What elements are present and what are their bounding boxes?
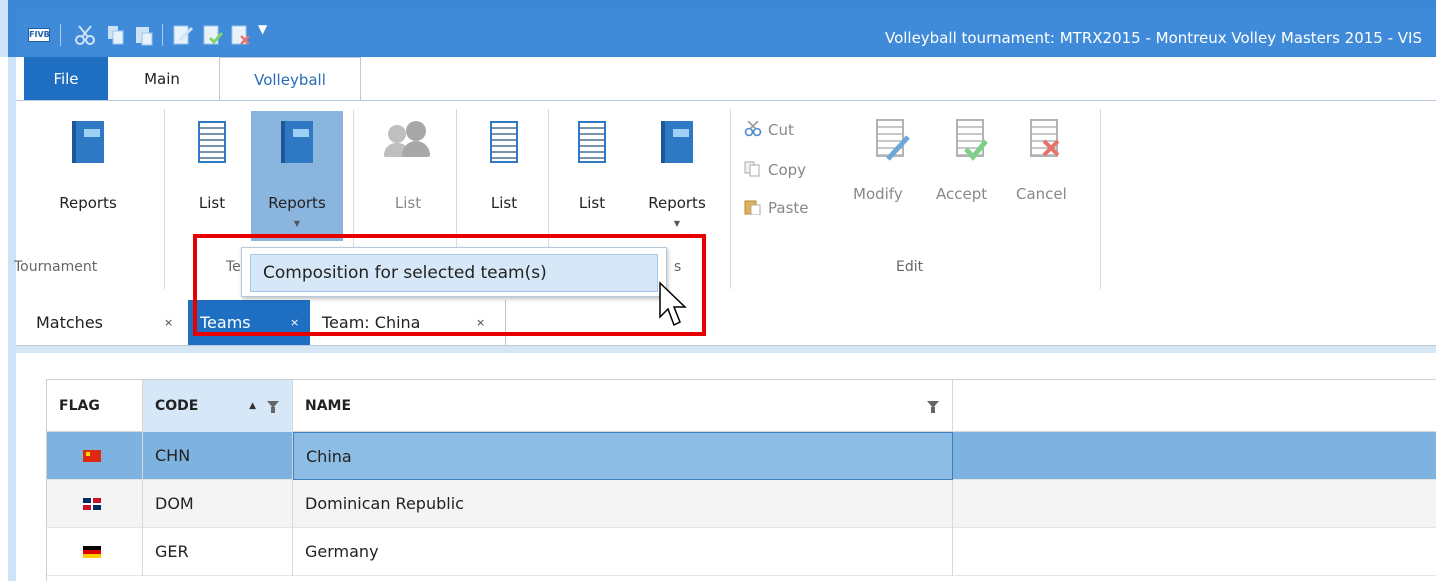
filter-icon[interactable] (927, 401, 939, 413)
teams-reports-button[interactable]: Reports ▼ (251, 111, 343, 241)
dominican-republic-flag-icon (83, 498, 101, 510)
paste-icon (744, 200, 761, 215)
content-header-strip (16, 345, 1436, 353)
column-header-name[interactable]: NAME (293, 380, 953, 432)
tab-file[interactable]: File (24, 57, 108, 101)
cancel-doc-icon (1022, 119, 1062, 169)
button-label: List (198, 194, 226, 212)
delete-doc-icon[interactable] (230, 24, 252, 46)
column-header-flag[interactable]: FLAG (47, 380, 143, 432)
copy-icon[interactable] (106, 24, 126, 46)
report-book-icon (281, 121, 313, 163)
paste-icon[interactable] (134, 24, 154, 46)
title-bar-inner: FIVB ▼ Volleyball tournament: MTRX2015 -… (16, 8, 1436, 56)
button-label: List (490, 194, 518, 212)
name-cell[interactable]: Dominican Republic (293, 480, 953, 528)
accept-doc-icon[interactable] (202, 24, 224, 46)
group5-reports-button[interactable]: Reports ▼ (630, 111, 724, 231)
code-cell: GER (143, 528, 293, 576)
group5-list-button[interactable]: List (556, 111, 628, 231)
teams-grid: FLAG CODE ▲ NAME CHN China DOM Dominican… (46, 379, 1436, 581)
copy-button[interactable]: Copy (744, 161, 806, 179)
table-row[interactable]: CHN China (47, 432, 1436, 480)
button-label: Reports (648, 194, 706, 212)
tab-main[interactable]: Main (122, 57, 202, 101)
cut-icon[interactable] (74, 24, 96, 46)
edit-doc-icon[interactable] (172, 24, 194, 46)
sort-ascending-icon: ▲ (249, 401, 256, 411)
qa-separator (60, 24, 61, 46)
group-separator (164, 109, 165, 289)
filter-icon[interactable] (267, 401, 279, 413)
copy-label: Copy (768, 161, 807, 179)
report-book-icon (72, 121, 104, 163)
code-cell: CHN (143, 432, 293, 480)
tab-label: Matches (36, 313, 103, 332)
column-label: NAME (305, 398, 352, 414)
paste-label: Paste (768, 199, 809, 217)
window-title: Volleyball tournament: MTRX2015 - Montre… (884, 29, 1422, 47)
highlight-annotation (193, 234, 706, 336)
flag-cell (47, 480, 143, 528)
table-row[interactable]: DOM Dominican Republic (47, 480, 1436, 528)
customize-arrow-icon[interactable]: ▼ (258, 22, 267, 40)
report-book-icon (661, 121, 693, 163)
name-cell[interactable]: Germany (293, 528, 953, 576)
copy-icon (744, 161, 760, 177)
accept-button[interactable]: Accept (936, 185, 987, 203)
app-icon[interactable]: FIVB (28, 28, 50, 42)
accept-doc-icon (948, 119, 988, 169)
qa-separator (162, 24, 163, 46)
cut-label: Cut (768, 121, 794, 139)
flag-cell (47, 432, 143, 480)
teams-list-button[interactable]: List (176, 111, 248, 231)
grid-header: FLAG CODE ▲ NAME (47, 380, 1436, 432)
column-label: CODE (155, 398, 199, 414)
germany-flag-icon (83, 546, 101, 558)
name-cell[interactable]: China (293, 432, 953, 480)
group-label-edit: Edit (896, 259, 924, 275)
ribbon-tab-bar: File Main Volleyball (8, 57, 1436, 102)
china-flag-icon (83, 450, 101, 462)
players-list-button[interactable]: List (370, 111, 446, 231)
list-icon (198, 121, 226, 163)
button-label: Reports (59, 194, 117, 212)
code-cell: DOM (143, 480, 293, 528)
group-separator (1100, 109, 1101, 289)
title-bar: FIVB ▼ Volleyball tournament: MTRX2015 -… (0, 0, 1436, 57)
close-icon[interactable]: × (164, 300, 173, 345)
list-icon (578, 121, 606, 163)
flag-cell (47, 528, 143, 576)
paste-button[interactable]: Paste (744, 199, 809, 217)
cancel-button[interactable]: Cancel (1016, 185, 1067, 203)
tournament-reports-button[interactable]: Reports (40, 111, 136, 231)
group-separator (730, 109, 731, 289)
group4-list-button[interactable]: List (468, 111, 540, 231)
column-header-code[interactable]: CODE ▲ (143, 380, 293, 432)
group-label-tournament: Tournament (14, 259, 98, 275)
table-row[interactable]: GER Germany (47, 528, 1436, 576)
people-icon (384, 121, 430, 161)
button-label: Reports (268, 194, 326, 212)
cut-icon (744, 121, 762, 137)
modify-doc-icon (868, 119, 910, 169)
dropdown-arrow-icon: ▼ (293, 219, 301, 228)
dropdown-arrow-icon: ▼ (673, 219, 681, 228)
tab-volleyball[interactable]: Volleyball (219, 57, 361, 102)
tab-matches[interactable]: Matches × (24, 300, 188, 345)
modify-button[interactable]: Modify (853, 185, 903, 203)
mouse-cursor-icon (659, 281, 687, 327)
list-icon (490, 121, 518, 163)
button-label: List (394, 194, 422, 212)
cut-button[interactable]: Cut (744, 121, 794, 139)
button-label: List (578, 194, 606, 212)
